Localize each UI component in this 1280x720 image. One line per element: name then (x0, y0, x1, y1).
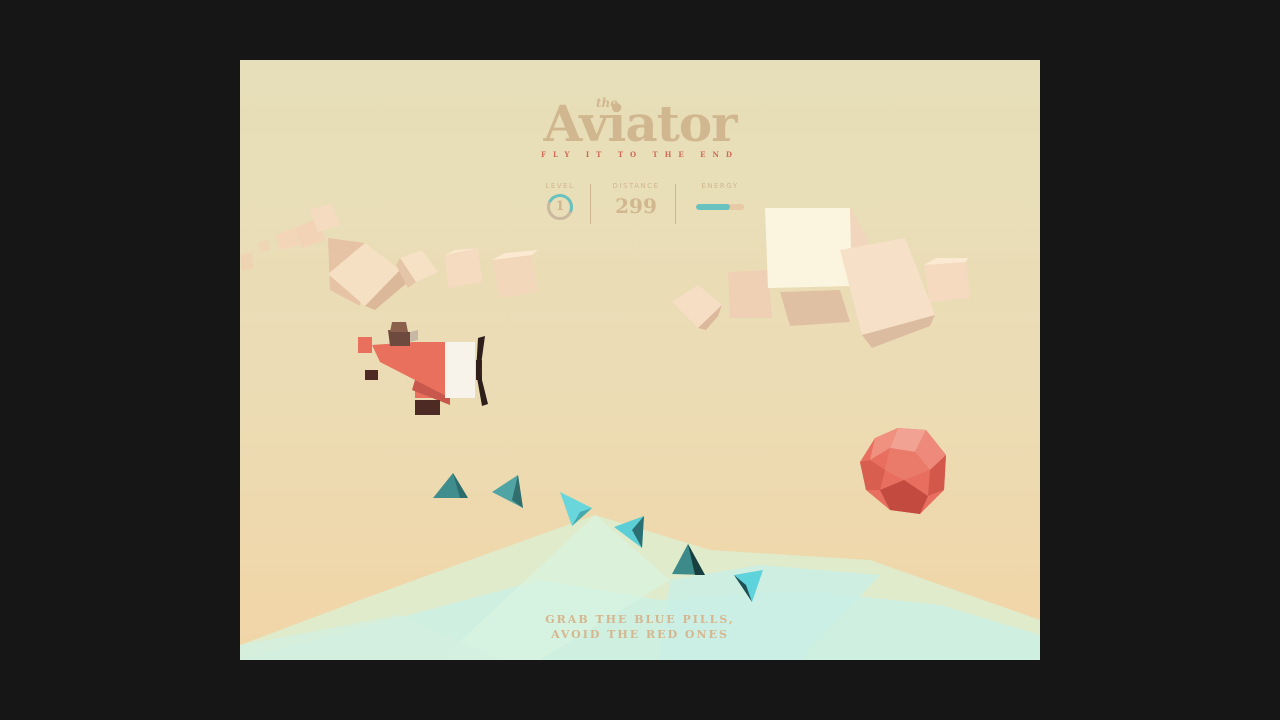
energy-label: ENERGY (701, 182, 739, 190)
level-stat: LEVEL 1 (536, 182, 584, 220)
game-header: the Aviator FLY IT TO THE END (240, 92, 1040, 159)
energy-stat: ENERGY (688, 182, 752, 210)
stat-divider (590, 184, 591, 224)
airplane-icon[interactable] (358, 322, 488, 415)
instructions-line-1: GRAB THE BLUE PILLS, (545, 613, 735, 626)
distance-label: DISTANCE (612, 182, 660, 190)
stat-divider (675, 184, 676, 224)
instructions-line-2: AVOID THE RED ONES (551, 628, 729, 641)
level-value: 1 (555, 199, 565, 214)
red-enemy-icon (860, 428, 946, 514)
level-progress-ring: 1 (547, 194, 573, 220)
blue-pill-icon (492, 475, 523, 508)
blue-pill-icon (433, 473, 468, 498)
game-canvas[interactable]: the Aviator FLY IT TO THE END LEVEL 1 DI… (240, 60, 1040, 660)
cloud-left (240, 203, 538, 310)
game-subtitle: FLY IT TO THE END (541, 150, 739, 159)
instructions: GRAB THE BLUE PILLS, AVOID THE RED ONES (240, 612, 1040, 642)
game-title: Aviator (543, 94, 738, 153)
cloud-right (672, 208, 970, 348)
energy-fill (696, 204, 730, 210)
distance-value: 299 (615, 194, 657, 218)
hud-stats: LEVEL 1 DISTANCE 299 ENERGY (530, 182, 760, 228)
level-label: LEVEL (545, 182, 575, 190)
energy-bar (696, 204, 744, 210)
title-prefix: the (596, 96, 618, 110)
distance-stat: DISTANCE 299 (604, 182, 668, 218)
